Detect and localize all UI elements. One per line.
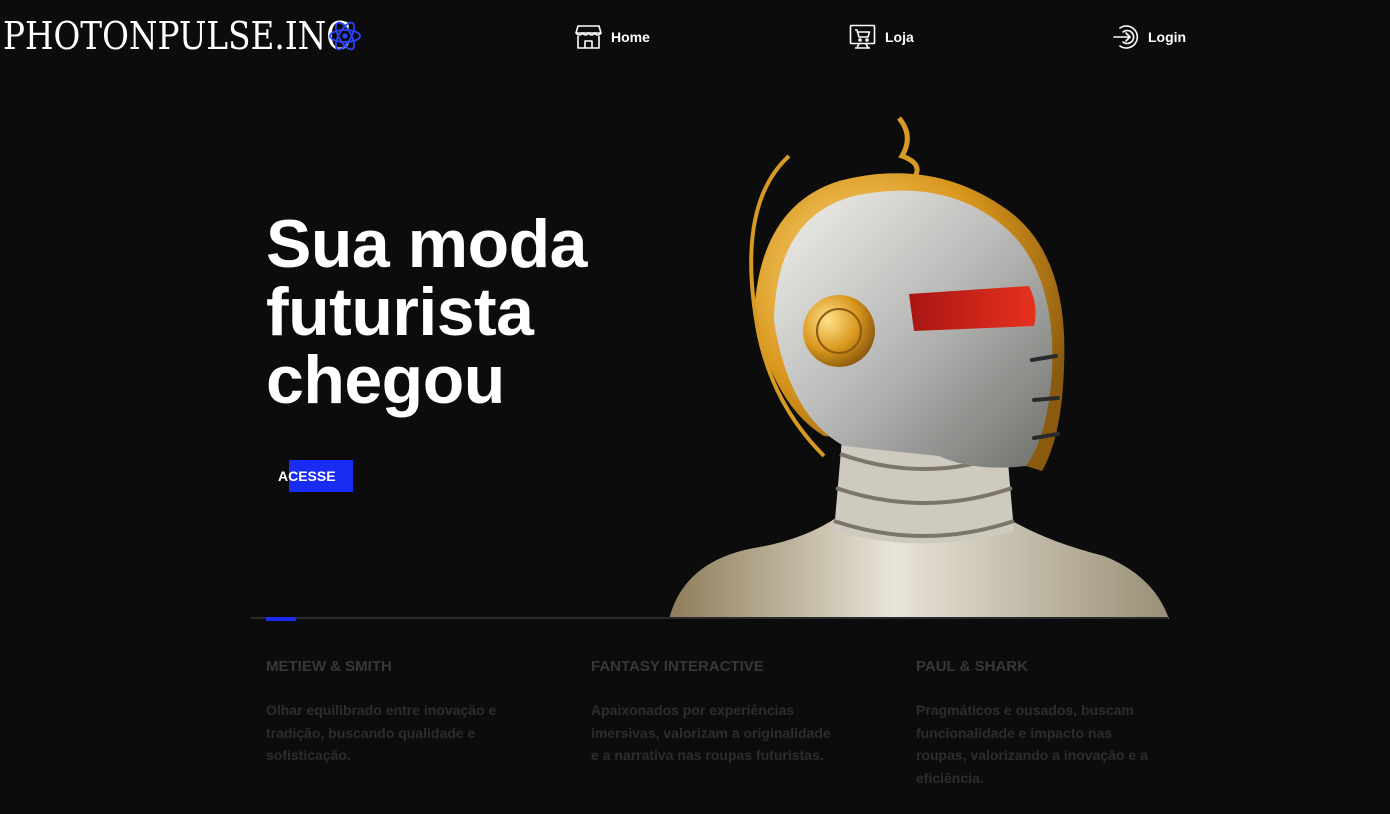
nav-login-label: Login xyxy=(1148,29,1187,45)
slider-track xyxy=(251,617,1168,619)
login-icon xyxy=(1113,25,1139,49)
site-header: PHOTONPULSE.INC Home Loja Login xyxy=(0,0,1390,74)
store-icon xyxy=(575,25,602,49)
brand-name: METIEW & SMITH xyxy=(266,658,392,675)
logo[interactable]: PHOTONPULSE.INC xyxy=(3,14,361,58)
logo-text: PHOTONPULSE.INC xyxy=(3,14,352,58)
access-button-label: ACESSE xyxy=(278,468,336,484)
robot-helmet-image xyxy=(669,116,1169,619)
atom-icon xyxy=(329,21,361,51)
hero-title-line: Sua moda xyxy=(266,206,587,282)
brand-description: Olhar equilibrado entre inovação e tradi… xyxy=(266,702,497,763)
hero-title: Sua moda futurista chegou xyxy=(266,210,686,414)
brand-card: METIEW & SMITH Olhar equilibrado entre i… xyxy=(266,656,516,767)
slider-progress xyxy=(266,617,296,621)
brand-name: FANTASY INTERACTIVE xyxy=(591,658,764,675)
brand-name: PAUL & SHARK xyxy=(916,658,1028,675)
nav-home-label: Home xyxy=(611,29,650,45)
nav-loja-label: Loja xyxy=(885,29,914,45)
brand-card: FANTASY INTERACTIVE Apaixonados por expe… xyxy=(591,656,841,767)
hero-title-line: chegou xyxy=(266,342,505,418)
nav-home[interactable]: Home xyxy=(575,22,650,52)
shop-cart-icon xyxy=(849,24,876,49)
brand-description: Apaixonados por experiências imersivas, … xyxy=(591,702,831,763)
brand-card: PAUL & SHARK Pragmáticos e ousados, busc… xyxy=(916,656,1166,789)
nav-loja[interactable]: Loja xyxy=(849,22,914,52)
brand-description: Pragmáticos e ousados, buscam funcionali… xyxy=(916,702,1148,786)
nav-login[interactable]: Login xyxy=(1112,22,1186,52)
hero-title-line: futurista xyxy=(266,274,534,350)
access-button[interactable]: ACESSE xyxy=(278,460,358,492)
